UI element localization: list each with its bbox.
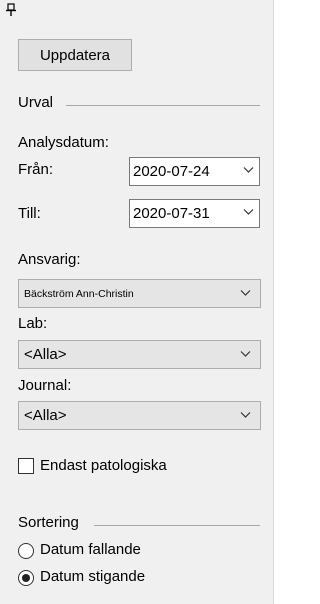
sort-date-descending-label[interactable]: Datum fallande [40,541,141,558]
chevron-down-icon[interactable] [243,166,254,174]
pin-icon[interactable] [5,3,17,17]
lab-select[interactable]: <Alla> [18,340,261,369]
from-date-picker[interactable]: 2020-07-24 [129,157,260,186]
chevron-down-icon[interactable] [240,350,251,358]
chevron-down-icon[interactable] [243,208,254,216]
update-button[interactable]: Uppdatera [18,39,132,71]
sort-date-descending-radio[interactable] [18,543,34,559]
filter-panel: Uppdatera Urval Analysdatum: Från: 2020-… [0,0,274,604]
radio-selected-dot [22,574,30,582]
journal-value: <Alla> [24,407,67,424]
sorting-group-title: Sortering [18,514,79,531]
responsible-select[interactable]: Bäckström Ann-Christin [18,279,261,308]
from-date-value: 2020-07-24 [133,163,210,180]
selection-group-divider [66,105,260,106]
journal-label: Journal: [18,377,72,394]
sort-date-ascending-label[interactable]: Datum stigande [40,568,145,585]
lab-value: <Alla> [24,346,67,363]
responsible-label: Ansvarig: [18,251,81,268]
responsible-value: Bäckström Ann-Christin [24,287,134,300]
chevron-down-icon[interactable] [240,289,251,297]
to-date-label: Till: [18,205,41,222]
journal-select[interactable]: <Alla> [18,401,261,430]
pathological-only-checkbox[interactable] [18,458,34,474]
sort-date-ascending-radio[interactable] [18,570,34,586]
analysis-date-label: Analysdatum: [18,134,109,151]
pathological-only-label[interactable]: Endast patologiska [40,457,167,474]
to-date-value: 2020-07-31 [133,205,210,222]
sorting-group-divider [94,525,260,526]
selection-group-title: Urval [18,94,54,111]
chevron-down-icon[interactable] [240,411,251,419]
to-date-picker[interactable]: 2020-07-31 [129,199,260,228]
lab-label: Lab: [18,315,48,332]
from-date-label: Från: [18,161,54,178]
